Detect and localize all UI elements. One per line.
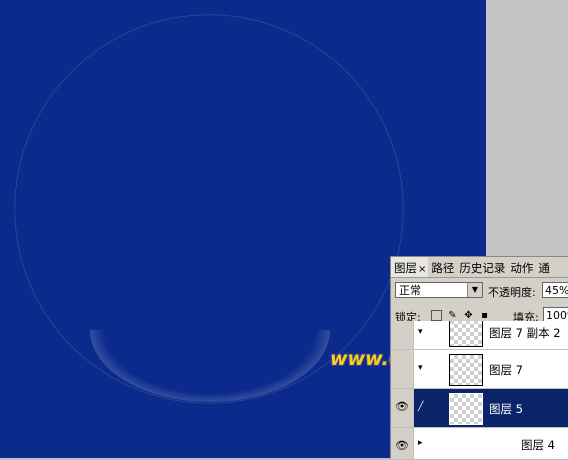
visibility-cell[interactable]: 👁	[391, 389, 414, 427]
eye-icon[interactable]: 👁	[395, 440, 409, 451]
link-icon: ▾	[418, 363, 423, 373]
tab-channels[interactable]: 通	[535, 257, 552, 277]
tab-actions[interactable]: 动作	[507, 257, 535, 277]
opacity-label: 不透明度:	[488, 286, 536, 299]
layer-name: 图层 7	[489, 363, 523, 377]
lock-paint-icon[interactable]: ✎	[447, 310, 458, 321]
tab-label: 图层	[394, 261, 417, 275]
layer-thumbnail	[449, 393, 483, 425]
link-icon: ▾	[418, 327, 423, 337]
lock-move-icon[interactable]: ✥	[463, 310, 474, 321]
layer-row[interactable]: ▾ 图层 7	[391, 350, 568, 389]
visibility-cell[interactable]	[391, 350, 414, 388]
tab-layers[interactable]: 图层×	[391, 257, 429, 277]
eye-icon[interactable]: 👁	[395, 401, 409, 412]
lock-all-icon[interactable]: ▪	[479, 310, 490, 321]
tab-history[interactable]: 历史记录	[456, 257, 507, 277]
chevron-down-icon[interactable]: ▼	[467, 283, 482, 297]
link-icon: ▸	[418, 438, 423, 448]
layer-name: 图层 4	[521, 438, 555, 452]
opacity-field[interactable]: 45%	[542, 282, 568, 298]
blend-mode-select[interactable]: 正常 ▼	[395, 282, 483, 298]
panel-tabs: 图层× 路径 历史记录 动作通	[391, 257, 568, 278]
visibility-cell[interactable]	[391, 321, 414, 349]
lock-transparent-icon[interactable]	[431, 310, 442, 321]
layer-name: 图层 7 副本 2	[489, 326, 561, 340]
bubble-highlight	[90, 330, 330, 402]
close-icon[interactable]: ×	[418, 264, 426, 275]
layer-thumbnail	[449, 321, 483, 347]
visibility-cell[interactable]: 👁	[391, 428, 414, 459]
layer-row-selected[interactable]: 👁 ╱ 图层 5	[391, 389, 568, 428]
link-icon: ╱	[418, 402, 424, 412]
site-watermark: 查字典 教程网	[440, 430, 516, 444]
tab-paths[interactable]: 路径	[428, 257, 456, 277]
layer-name: 图层 5	[489, 402, 523, 416]
layer-row[interactable]: ▾ 图层 7 副本 2	[391, 321, 568, 350]
blend-mode-value: 正常	[399, 284, 421, 297]
layer-thumbnail	[449, 354, 483, 386]
blend-row: 正常 ▼ 不透明度: 45%	[391, 279, 568, 303]
